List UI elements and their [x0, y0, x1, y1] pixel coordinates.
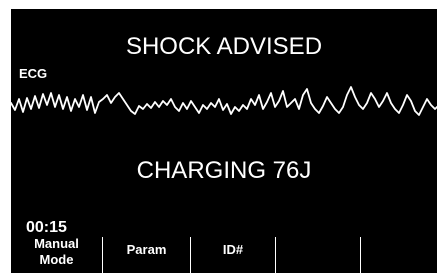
softkey-id[interactable]: ID#	[191, 235, 275, 273]
softkey-manual-mode[interactable]: Manual Mode	[11, 235, 102, 273]
softkey-param[interactable]: Param	[103, 235, 190, 273]
ecg-waveform	[11, 86, 437, 116]
softkey-label-line1: Manual	[34, 236, 79, 251]
softkey-blank-5[interactable]	[361, 235, 437, 273]
softkey-label-line2: ID#	[222, 242, 244, 257]
shock-advisory-message: SHOCK ADVISED	[125, 33, 323, 60]
softkey-label-line2: Mode	[39, 252, 74, 267]
softkey-blank-4[interactable]	[276, 235, 360, 273]
defibrillator-screen: SHOCK ADVISED ECG CHARGING 76J 00:15 Man…	[11, 9, 437, 273]
softkey-label-line2: Param	[126, 242, 167, 257]
charging-status: CHARGING 76J	[136, 157, 312, 184]
softkey-bar: Manual Mode Param ID#	[11, 235, 437, 273]
